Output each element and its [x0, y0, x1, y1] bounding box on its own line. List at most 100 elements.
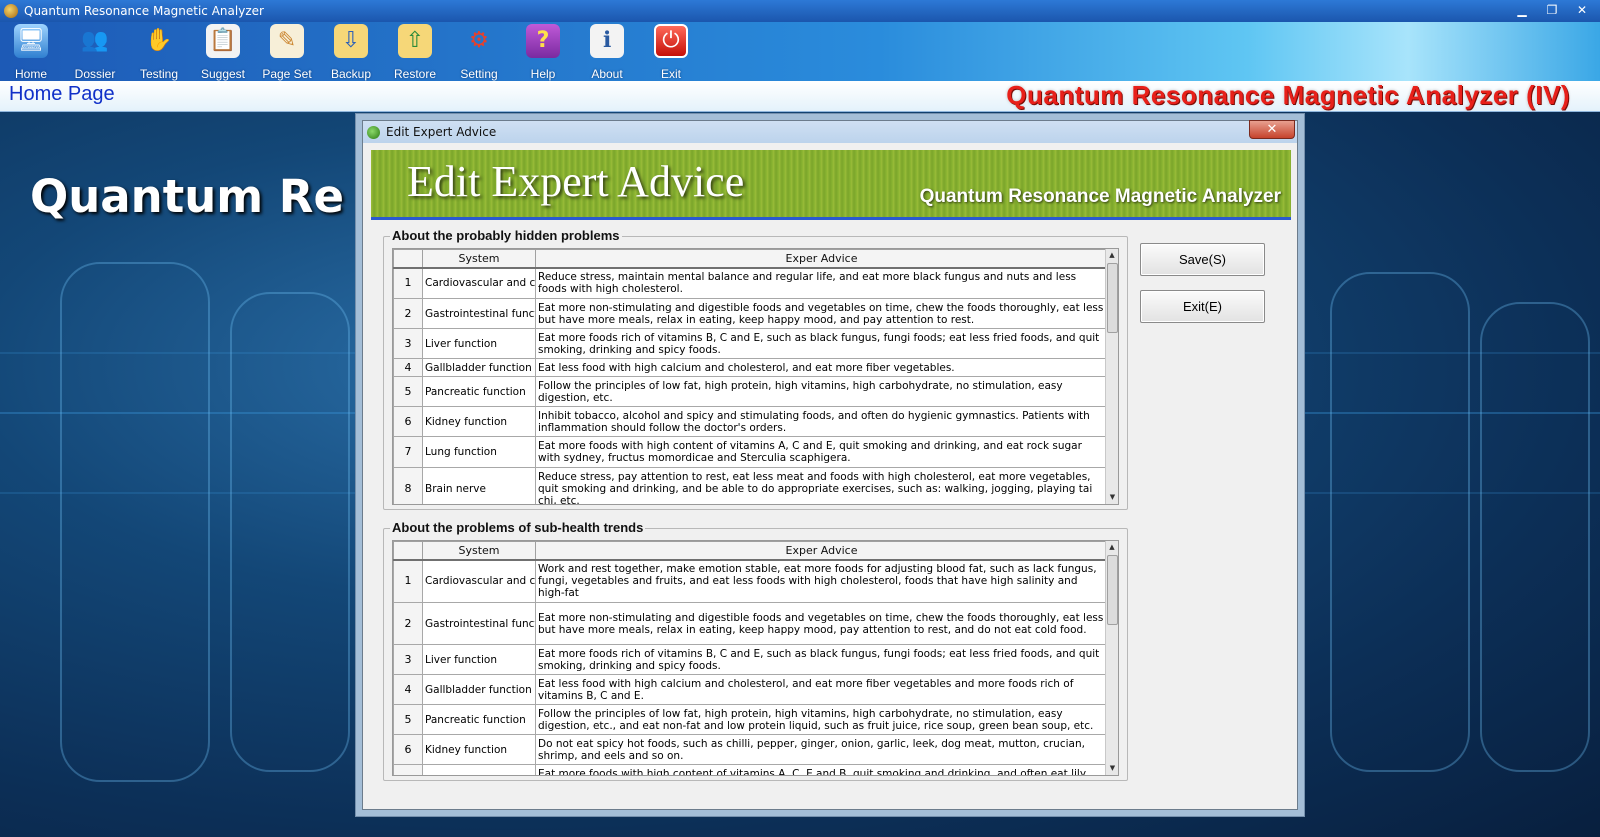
- table-row[interactable]: 6 Kidney function Do not eat spicy hot foo…: [393, 734, 1108, 765]
- hidden-problems-grid[interactable]: System Exper Advice 1 Cardiovascular and …: [392, 248, 1119, 505]
- table-header-row: System Exper Advice: [393, 541, 1108, 561]
- toolbar-restore-button[interactable]: ⇧ Restore: [385, 24, 445, 81]
- body-outline-decoration: [1330, 272, 1470, 772]
- table-row[interactable]: 2Gastrointestinal functionEat more non-s…: [393, 602, 1108, 645]
- advice-cell[interactable]: Eat more non-stimulating and digestible …: [535, 298, 1108, 329]
- table-row[interactable]: 5 Pancreatic function Follow the principle…: [393, 376, 1108, 407]
- toolbar-testing-button[interactable]: ✋ Testing: [129, 24, 189, 81]
- table-header-row: System Exper Advice: [393, 249, 1108, 269]
- toolbar-suggest-button[interactable]: 📋 Suggest: [193, 24, 253, 81]
- dialog-title-bar: Edit Expert Advice ✕: [363, 120, 1297, 143]
- advice-cell[interactable]: Do not eat spicy hot foods, such as chil…: [535, 734, 1108, 765]
- people-icon: 👥: [81, 28, 109, 53]
- system-cell[interactable]: Cardiovascular and cer: [422, 267, 536, 299]
- scroll-up-arrow-icon[interactable]: ▲: [1106, 249, 1118, 262]
- system-cell[interactable]: Gastrointestinal function: [422, 602, 536, 645]
- toolbar-home-button[interactable]: 🖥 Home: [1, 24, 61, 81]
- system-cell[interactable]: Cardiovascular and cer: [422, 559, 536, 603]
- row-number: 4: [393, 674, 423, 705]
- toolbar-pageset-label: Page Set: [262, 67, 312, 81]
- page-title: Home Page: [9, 83, 115, 105]
- system-cell[interactable]: Liver function: [422, 644, 536, 675]
- advice-cell[interactable]: Eat more foods rich of vitamins B, C and…: [535, 644, 1108, 675]
- system-cell[interactable]: Pancreatic function: [422, 376, 536, 407]
- toolbar-about-label: About: [591, 67, 623, 81]
- advice-cell[interactable]: Eat more foods rich of vitamins B, C and…: [535, 328, 1108, 359]
- system-cell[interactable]: Lung function: [422, 436, 536, 468]
- edit-expert-advice-dialog: Edit Expert Advice ✕ Edit Expert Advice …: [362, 120, 1298, 810]
- system-cell[interactable]: Brain nerve: [422, 467, 536, 504]
- toolbar-about-button[interactable]: ℹ About: [577, 24, 637, 81]
- table-row[interactable]: 7Lung functionEat more foods with high c…: [393, 436, 1108, 468]
- restore-button[interactable]: ❐: [1538, 2, 1566, 19]
- row-number: 4: [393, 358, 423, 377]
- system-column-header[interactable]: System: [422, 541, 536, 561]
- advice-cell[interactable]: Inhibit tobacco, alcohol and spicy and s…: [535, 406, 1108, 437]
- system-cell[interactable]: Gallbladder function: [422, 674, 536, 705]
- app-window: Quantum Resonance Magnetic Analyzer ▁ ❐ …: [0, 0, 1600, 837]
- subhealth-grid-scrollbar[interactable]: ▲ ▼: [1105, 541, 1118, 775]
- toolbar-exit-button[interactable]: ⏻ Exit: [641, 24, 701, 81]
- hidden-grid-scrollbar[interactable]: ▲ ▼: [1105, 249, 1118, 504]
- minimize-button[interactable]: ▁: [1508, 2, 1536, 19]
- dialog-title: Edit Expert Advice: [386, 125, 497, 139]
- table-row[interactable]: 8 Brain nerve Reduce stress, pay attention…: [393, 467, 1108, 504]
- table-row[interactable]: 5 Pancreatic function Follow the principle…: [393, 704, 1108, 735]
- hidden-problems-group: About the probably hidden problems Syste…: [383, 228, 1128, 510]
- close-button[interactable]: ✕: [1568, 2, 1596, 19]
- row-number: 7: [393, 764, 423, 775]
- table-row[interactable]: 7Lung functionEat more foods with high c…: [393, 764, 1108, 775]
- system-cell[interactable]: Kidney function: [422, 406, 536, 437]
- subhealth-grid[interactable]: System Exper Advice 1 Cardiovascular and …: [392, 540, 1119, 776]
- advice-cell[interactable]: Reduce stress, pay attention to rest, ea…: [535, 467, 1108, 504]
- advice-cell[interactable]: Eat less food with high calcium and chol…: [535, 674, 1108, 705]
- system-cell[interactable]: Lung function: [422, 764, 536, 775]
- advice-cell[interactable]: Follow the principles of low fat, high p…: [535, 704, 1108, 735]
- advice-column-header[interactable]: Exper Advice: [535, 249, 1108, 269]
- system-cell[interactable]: Pancreatic function: [422, 704, 536, 735]
- advice-cell[interactable]: Follow the principles of low fat, high p…: [535, 376, 1108, 407]
- advice-column-header[interactable]: Exper Advice: [535, 541, 1108, 561]
- system-cell[interactable]: Kidney function: [422, 734, 536, 765]
- system-cell[interactable]: Gallbladder function: [422, 358, 536, 377]
- advice-cell[interactable]: Eat more foods with high content of vita…: [535, 436, 1108, 468]
- scroll-thumb[interactable]: [1107, 555, 1118, 625]
- advice-cell[interactable]: Work and rest together, make emotion sta…: [535, 559, 1108, 603]
- row-number: 3: [393, 644, 423, 675]
- scroll-down-arrow-icon[interactable]: ▼: [1106, 491, 1118, 504]
- save-button[interactable]: Save(S): [1140, 243, 1265, 276]
- table-row[interactable]: 6 Kidney function Inhibit tobacco, alcohol…: [393, 406, 1108, 437]
- row-number: 5: [393, 376, 423, 407]
- toolbar-backup-button[interactable]: ⇩ Backup: [321, 24, 381, 81]
- table-row[interactable]: 1 Cardiovascular and cer Work and rest tog…: [393, 559, 1108, 603]
- toolbar-setting-button[interactable]: ⚙ Setting: [449, 24, 509, 81]
- advice-cell[interactable]: Eat more non-stimulating and digestible …: [535, 602, 1108, 645]
- advice-cell[interactable]: Reduce stress, maintain mental balance a…: [535, 267, 1108, 299]
- title-bar: Quantum Resonance Magnetic Analyzer ▁ ❐ …: [0, 0, 1600, 22]
- scroll-up-arrow-icon[interactable]: ▲: [1106, 541, 1118, 554]
- clipboard-icon: 📋: [206, 24, 240, 58]
- brand-title: Quantum Resonance Magnetic Analyzer (IV): [1006, 80, 1570, 110]
- advice-cell[interactable]: Eat more foods with high content of vita…: [535, 764, 1108, 775]
- toolbar-home-label: Home: [14, 67, 47, 81]
- toolbar-dossier-button[interactable]: 👥 Dossier: [65, 24, 125, 81]
- scroll-thumb[interactable]: [1107, 263, 1118, 333]
- table-row[interactable]: 4 Gallbladder function Eat less food with …: [393, 358, 1108, 377]
- table-row[interactable]: 3 Liver function Eat more foods rich of vi…: [393, 644, 1108, 675]
- dialog-close-button[interactable]: ✕: [1249, 120, 1295, 139]
- table-row[interactable]: 3 Liver function Eat more foods rich of vi…: [393, 328, 1108, 359]
- table-row[interactable]: 4 Gallbladder function Eat less food with …: [393, 674, 1108, 705]
- row-number: 6: [393, 406, 423, 437]
- exit-button[interactable]: Exit(E): [1140, 290, 1265, 323]
- advice-cell[interactable]: Eat less food with high calcium and chol…: [535, 358, 1108, 377]
- system-cell[interactable]: Liver function: [422, 328, 536, 359]
- table-row[interactable]: 2Gastrointestinal functionEat more non-s…: [393, 298, 1108, 329]
- system-column-header[interactable]: System: [422, 249, 536, 269]
- scroll-down-arrow-icon[interactable]: ▼: [1106, 762, 1118, 775]
- row-number: 6: [393, 734, 423, 765]
- gears-icon: ⚙: [469, 28, 489, 53]
- table-row[interactable]: 1 Cardiovascular and cer Reduce stress, ma…: [393, 267, 1108, 299]
- toolbar-help-button[interactable]: ? Help: [513, 24, 573, 81]
- toolbar-pageset-button[interactable]: ✎ Page Set: [257, 24, 317, 81]
- system-cell[interactable]: Gastrointestinal function: [422, 298, 536, 329]
